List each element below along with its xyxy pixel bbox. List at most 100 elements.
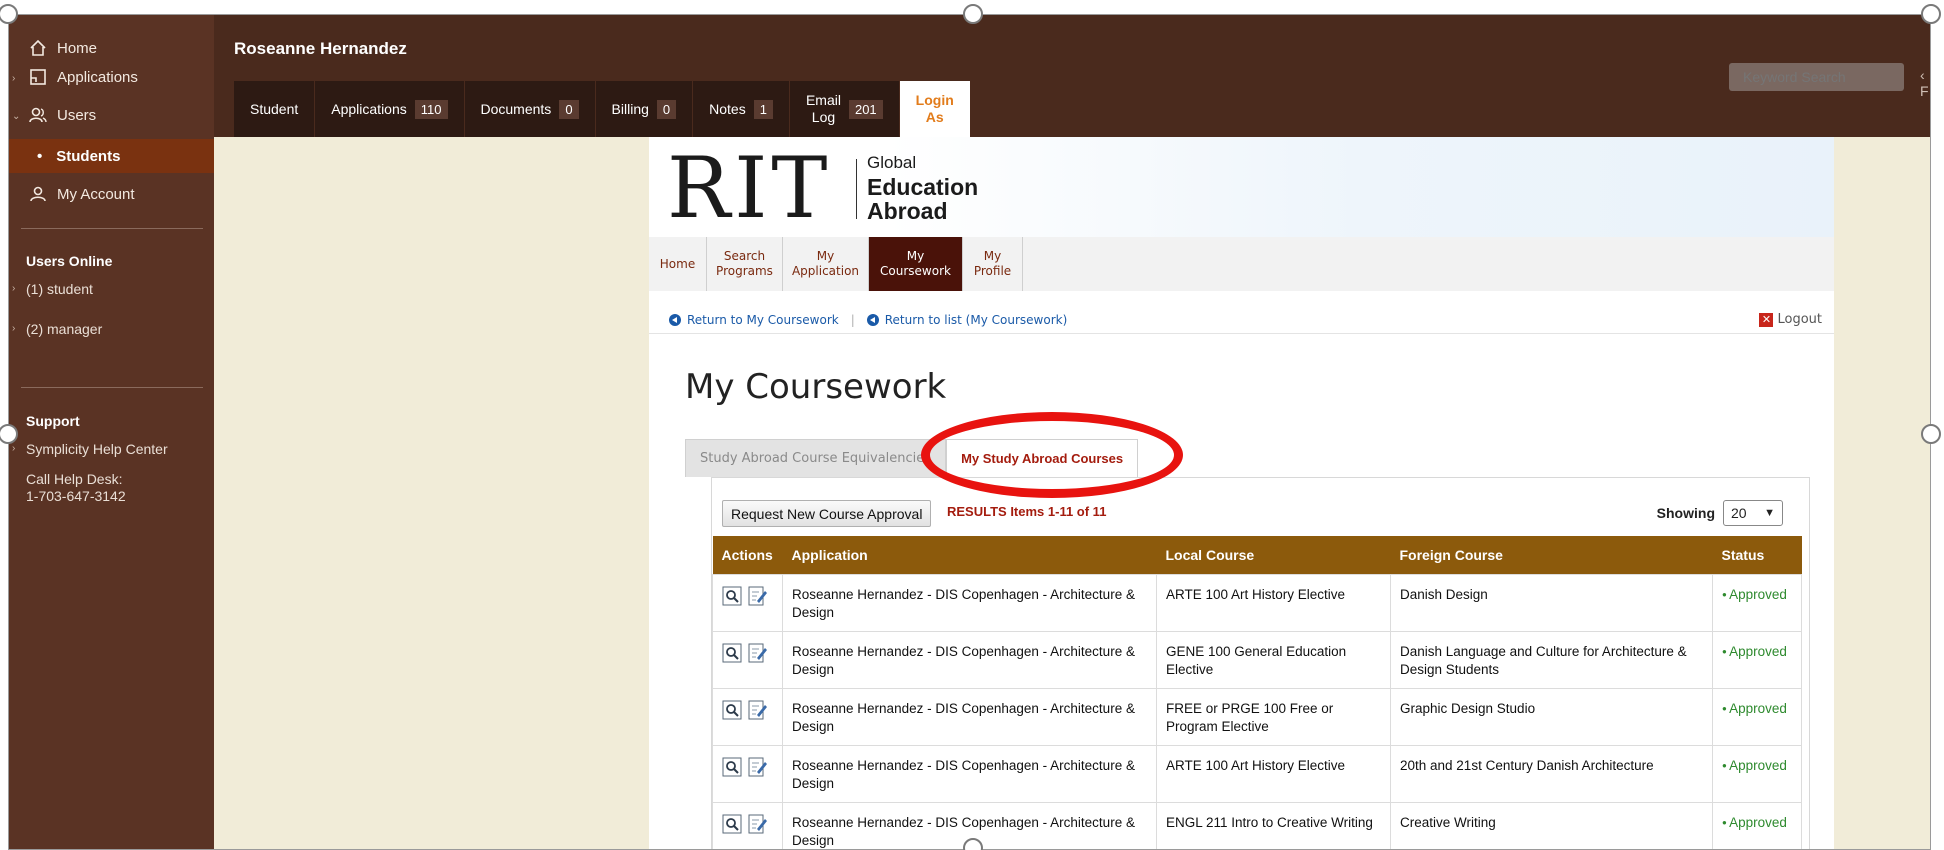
tab-login-as[interactable]: Login As [899,81,971,137]
actions-cell [712,573,783,632]
portal-nav-my-profile[interactable]: My Profile [963,237,1023,291]
nav-label-line1: Search [723,249,766,263]
view-icon[interactable] [722,643,742,663]
nav-label: Home [659,256,696,271]
sidebar-item-home[interactable]: Home [9,33,214,63]
courses-panel: Request New Course Approval RESULTS Item… [711,477,1810,849]
resize-handle[interactable] [963,4,983,24]
local-course-cell: ARTE 100 Art History Elective [1156,573,1391,632]
edit-icon[interactable] [748,700,768,720]
application-cell: Roseanne Hernandez - DIS Copenhagen - Ar… [782,630,1157,689]
return-to-list-link[interactable]: Return to list (My Coursework) [885,313,1068,327]
tab-label: Notes [709,101,746,117]
logout-link[interactable]: ✕ Logout [1759,312,1822,327]
column-header[interactable]: Foreign Course [1390,536,1713,574]
arrow-left-icon [866,314,879,326]
tab-course-equivalencies[interactable]: Study Abroad Course Equivalencies [685,439,947,477]
column-header[interactable]: Status [1712,536,1802,574]
count-badge: 110 [414,99,448,119]
nav-label: My Coursework [880,249,951,279]
edit-icon[interactable] [748,586,768,606]
showing-label: Showing [1656,505,1715,521]
portal-banner: RIT Global Education Abroad [649,137,1834,237]
sidebar: Home › Applications ⌄ Users • Students M… [9,15,214,849]
column-header[interactable]: Application [782,536,1157,574]
close-icon: ✕ [1759,312,1774,327]
count-badge: 201 [848,99,883,119]
request-course-approval-button[interactable]: Request New Course Approval [722,500,932,527]
results-count: RESULTS Items 1-11 of 11 [947,504,1107,519]
count-badge: 1 [753,99,773,119]
nav-label: My Profile [974,249,1011,279]
view-icon[interactable] [722,586,742,606]
users-online-student[interactable]: (1) student [26,281,93,297]
local-course-cell: ENGL 211 Intro to Creative Writing [1156,801,1391,849]
nav-label-line2: Programs [716,264,773,278]
sidebar-item-my-account[interactable]: My Account [9,179,214,209]
portal-nav-search-programs[interactable]: Search Programs [707,237,783,291]
actions-cell [712,630,783,689]
help-desk-phone: 1-703-647-3142 [26,488,126,504]
portal-nav: Home Search Programs My Application My Cour… [649,237,1834,291]
portal-nav-my-application[interactable]: My Application [783,237,869,291]
actions-cell [712,687,783,746]
table-row: Roseanne Hernandez - DIS Copenhagen - Ar… [712,687,1802,746]
tab-label-line2: Log [811,109,836,125]
panel-toggle-arrow[interactable]: ‹ F [1920,67,1930,99]
logo-line-global: Global [867,153,917,172]
sidebar-item-label: My Account [57,185,135,203]
tab-notes[interactable]: Notes 1 [693,81,790,137]
sidebar-item-label: Applications [57,68,138,86]
expand-caret-icon[interactable]: › [12,283,15,294]
status-cell: Approved [1712,801,1802,849]
edit-icon[interactable] [748,757,768,777]
sidebar-divider [21,228,203,229]
status-badge: Approved [1722,701,1787,716]
table-row: Roseanne Hernandez - DIS Copenhagen - Ar… [712,573,1802,632]
nav-label-line1: My [983,249,1002,263]
status-badge: Approved [1722,644,1787,659]
local-course-cell: GENE 100 General Education Elective [1156,630,1391,689]
nav-label-line2: Profile [973,264,1012,278]
edit-icon[interactable] [748,814,768,834]
resize-handle[interactable] [1921,4,1941,24]
help-center-link[interactable]: Symplicity Help Center [26,441,168,457]
page-size-select[interactable]: 20 ▼ [1723,500,1783,526]
view-icon[interactable] [722,757,742,777]
application-cell: Roseanne Hernandez - DIS Copenhagen - Ar… [782,687,1157,746]
applications-icon [29,68,47,86]
tab-documents[interactable]: Documents 0 [464,81,596,137]
status-cell: Approved [1712,744,1802,803]
expand-caret-icon[interactable]: › [12,443,15,454]
tab-billing[interactable]: Billing 0 [595,81,694,137]
tab-applications[interactable]: Applications 110 [315,81,465,137]
tab-label: Applications [331,101,407,117]
highlight-annotation [921,412,1183,498]
column-header[interactable]: Actions [712,536,783,574]
users-online-manager[interactable]: (2) manager [26,321,102,337]
local-course-cell: ARTE 100 Art History Elective [1156,744,1391,803]
sidebar-item-label: Students [56,147,121,165]
tab-label: Student [250,101,299,117]
status-badge: Approved [1722,758,1787,773]
chevron-down-icon: ▼ [1764,507,1775,519]
resize-handle[interactable] [1921,424,1941,444]
column-header[interactable]: Local Course [1156,536,1391,574]
sidebar-item-applications[interactable]: Applications [9,62,214,92]
view-icon[interactable] [722,814,742,834]
tab-student[interactable]: Student [234,81,316,137]
slide-frame: Home › Applications ⌄ Users • Students M… [8,14,1931,850]
sidebar-item-users[interactable]: Users [9,100,214,130]
tab-email-log[interactable]: Email Log 201 [789,81,900,137]
view-icon[interactable] [722,700,742,720]
student-portal-view: RIT Global Education Abroad Home Search P… [649,137,1834,849]
edit-icon[interactable] [748,643,768,663]
portal-nav-home[interactable]: Home [649,237,707,291]
users-online-heading: Users Online [26,253,113,269]
nav-label-line2: Application [791,264,860,278]
sidebar-item-students[interactable]: • Students [9,139,214,173]
expand-caret-icon[interactable]: › [12,323,15,334]
return-to-coursework-link[interactable]: Return to My Coursework [687,313,839,327]
keyword-search-input[interactable] [1729,63,1904,91]
portal-nav-my-coursework[interactable]: My Coursework [869,237,963,291]
